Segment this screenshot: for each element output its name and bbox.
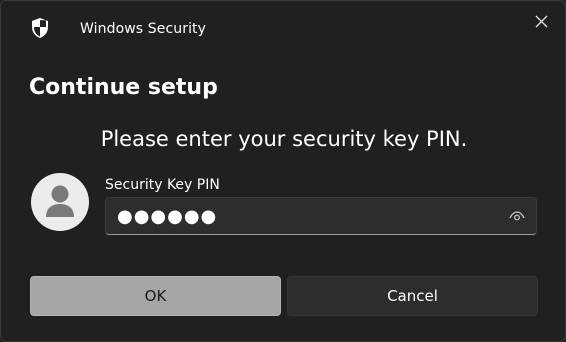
avatar-figure xyxy=(46,185,74,217)
pin-label: Security Key PIN xyxy=(105,177,220,193)
pin-value: ●●●●●● xyxy=(117,206,218,227)
close-icon xyxy=(535,15,547,27)
close-button[interactable] xyxy=(523,5,559,37)
dialog-heading: Continue setup xyxy=(29,75,218,100)
pin-input[interactable]: ●●●●●● xyxy=(105,197,537,235)
shield-icon xyxy=(32,18,48,38)
user-avatar-icon xyxy=(31,173,89,231)
eye-icon[interactable] xyxy=(509,210,525,222)
pin-prompt: Please enter your security key PIN. xyxy=(100,127,468,151)
title-bar: Windows Security xyxy=(1,1,565,59)
cancel-button[interactable]: Cancel xyxy=(287,276,538,316)
app-title: Windows Security xyxy=(80,21,207,37)
security-dialog: Windows Security Continue setup Please e… xyxy=(0,0,566,342)
ok-button[interactable]: OK xyxy=(30,276,281,316)
